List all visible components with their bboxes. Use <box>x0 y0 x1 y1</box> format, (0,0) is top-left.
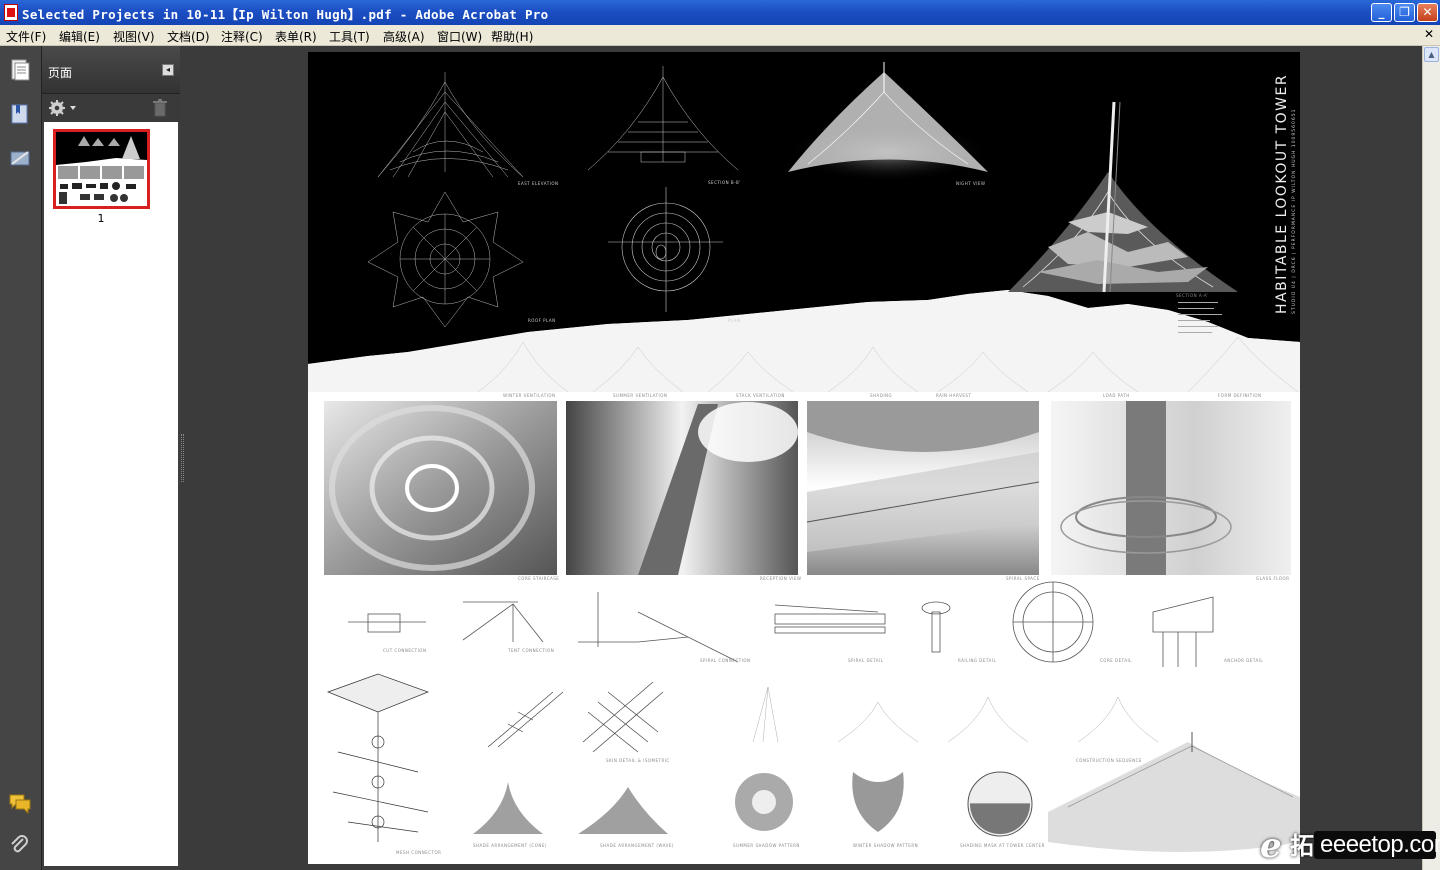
label-shade-cone: SHADE ARRANGEMENT (CONE) <box>473 843 547 848</box>
label-roof-plan: ROOF PLAN <box>528 318 556 323</box>
menu-tools[interactable]: 工具(T) <box>329 28 370 45</box>
label-shade-wave: SHADE ARRANGEMENT (WAVE) <box>600 843 674 848</box>
signatures-icon[interactable] <box>8 146 32 170</box>
skin-detail-drawing <box>487 681 664 753</box>
shading-mask-drawing <box>967 771 1033 837</box>
label-mesh-connector: MESH CONNECTOR <box>396 850 441 855</box>
navigation-pane <box>0 46 42 870</box>
label-shading: SHADING <box>870 393 892 398</box>
menu-document[interactable]: 文档(D) <box>167 28 210 45</box>
collapse-panel-button[interactable]: ◂ <box>162 64 174 76</box>
label-plan: PLAN <box>728 318 740 323</box>
site-watermark: e 拓 eeeetop.com <box>1256 826 1440 866</box>
bookmarks-icon[interactable] <box>8 102 32 126</box>
thumbnails-list: 1 <box>44 122 178 866</box>
menu-edit[interactable]: 编辑(E) <box>59 28 100 45</box>
winter-shadow-drawing <box>852 772 904 832</box>
pages-panel-toolbar <box>42 94 180 122</box>
acrobat-icon <box>4 4 18 21</box>
poster-title-vertical: HABITABLE LOOKOUT TOWER STUDIO U4 | DRC6… <box>1274 74 1297 314</box>
label-summer-shadow: SUMMER SHADOW PATTERN <box>733 843 800 848</box>
label-core-staircase: CORE STAIRCASE <box>518 576 559 581</box>
attachments-icon[interactable] <box>8 834 32 858</box>
menu-help[interactable]: 帮助(H) <box>491 28 533 45</box>
label-railing-detail: RAILING DETAIL <box>958 658 996 663</box>
menu-bar: 文件(F) 编辑(E) 视图(V) 文档(D) 注释(C) 表单(R) 工具(T… <box>0 25 1440 46</box>
menu-comments[interactable]: 注释(C) <box>221 28 263 45</box>
label-rain-harvest: RAIN HARVEST <box>936 393 971 398</box>
label-anchor-detail: ANCHOR DETAIL <box>1224 658 1263 663</box>
watermark-site: eeeetop.com <box>1320 831 1440 858</box>
label-winter-shadow: WINTER SHADOW PATTERN <box>853 843 918 848</box>
label-cut-connection: CUT CONNECTION <box>383 648 426 653</box>
label-shading-mask: SHADING MASK AT TOWER CENTER <box>960 843 1045 848</box>
options-gear-icon[interactable] <box>48 98 78 118</box>
menu-file[interactable]: 文件(F) <box>6 28 46 45</box>
label-spiral-space: SPIRAL SPACE <box>1006 576 1040 581</box>
label-night-view: NIGHT VIEW <box>956 181 985 186</box>
scroll-up-arrow-icon[interactable]: ▲ <box>1424 47 1439 62</box>
mesh-connector-drawing <box>327 673 429 842</box>
poster-title: HABITABLE LOOKOUT TOWER <box>1274 74 1290 314</box>
close-button[interactable]: ✕ <box>1417 3 1438 22</box>
label-east-elevation: EAST ELEVATION <box>518 181 558 186</box>
label-section-bb: SECTION B-B' <box>708 180 741 185</box>
menu-forms[interactable]: 表单(R) <box>275 28 317 45</box>
menu-view[interactable]: 视图(V) <box>113 28 155 45</box>
document-close-button[interactable]: ✕ <box>1424 27 1434 41</box>
shade-wave-drawing <box>578 787 668 834</box>
label-form-definition: FORM DEFINITION <box>1218 393 1261 398</box>
comments-icon[interactable] <box>8 791 32 815</box>
render-glass-floor <box>1051 401 1291 575</box>
render-core-staircase <box>324 401 557 575</box>
label-construction-sequence: CONSTRUCTION SEQUENCE <box>1076 758 1142 763</box>
menu-window[interactable]: 窗口(W) <box>437 28 482 45</box>
label-glass-floor: GLASS FLOOR <box>1256 576 1289 581</box>
label-reception-view: RECEPTION VIEW <box>760 576 801 581</box>
label-skin-detail: SKIN DETAIL & ISOMETRIC <box>606 758 670 763</box>
label-spiral-connection: SPIRAL CONNECTION <box>700 658 751 663</box>
label-winter-ventilation: WINTER VENTILATION <box>503 393 556 398</box>
window-title: Selected Projects in 10-11【Ip Wilton Hug… <box>22 7 549 22</box>
pages-panel-header: 页面 ◂ <box>42 46 180 94</box>
thumbnail-preview <box>56 132 147 206</box>
label-stack-ventilation: STACK VENTILATION <box>736 393 785 398</box>
label-summer-ventilation: SUMMER VENTILATION <box>613 393 667 398</box>
title-bar: Selected Projects in 10-11【Ip Wilton Hug… <box>0 0 1440 25</box>
trash-icon[interactable] <box>152 99 168 117</box>
minimize-button[interactable]: _ <box>1371 3 1392 22</box>
pdf-page: EAST ELEVATION SECTION B-B' NIGHT VIEW R… <box>308 52 1300 864</box>
label-load-path: LOAD PATH <box>1103 393 1130 398</box>
pages-panel: 页面 ◂ 1 <box>42 46 180 870</box>
pages-panel-title: 页面 <box>48 66 73 80</box>
label-tent-connection: TENT CONNECTION <box>507 648 554 653</box>
render-spiral-space <box>806 401 1040 575</box>
vertical-scrollbar[interactable]: ▲ <box>1422 46 1440 870</box>
splitter-grip[interactable] <box>181 434 184 482</box>
page-thumbnail[interactable] <box>53 129 150 209</box>
render-reception-view <box>566 401 798 575</box>
label-section-aa: SECTION A-A' <box>1176 293 1209 298</box>
watermark-letter: e <box>1260 826 1282 866</box>
document-area[interactable]: EAST ELEVATION SECTION B-B' NIGHT VIEW R… <box>186 46 1422 870</box>
summer-shadow-drawing <box>735 773 793 831</box>
architecture-poster: EAST ELEVATION SECTION B-B' NIGHT VIEW R… <box>308 52 1300 855</box>
thumbnail-page-number: 1 <box>97 212 105 225</box>
poster-subtitle: STUDIO U4 | DRC6 | PERFORMANCE IP WILTON… <box>1291 109 1297 314</box>
label-core-detail: CORE DETAIL <box>1100 658 1132 663</box>
page-thumbnails-icon[interactable] <box>8 58 32 82</box>
label-spiral-detail: SPIRAL DETAIL <box>848 658 884 663</box>
watermark-chinese: 拓 <box>1290 832 1314 860</box>
menu-advanced[interactable]: 高级(A) <box>383 28 425 45</box>
construction-sequence-drawing <box>752 686 1159 743</box>
connection-details-row <box>348 581 1214 667</box>
shade-cone-drawing <box>473 782 543 834</box>
restore-button[interactable]: ❐ <box>1394 3 1415 22</box>
